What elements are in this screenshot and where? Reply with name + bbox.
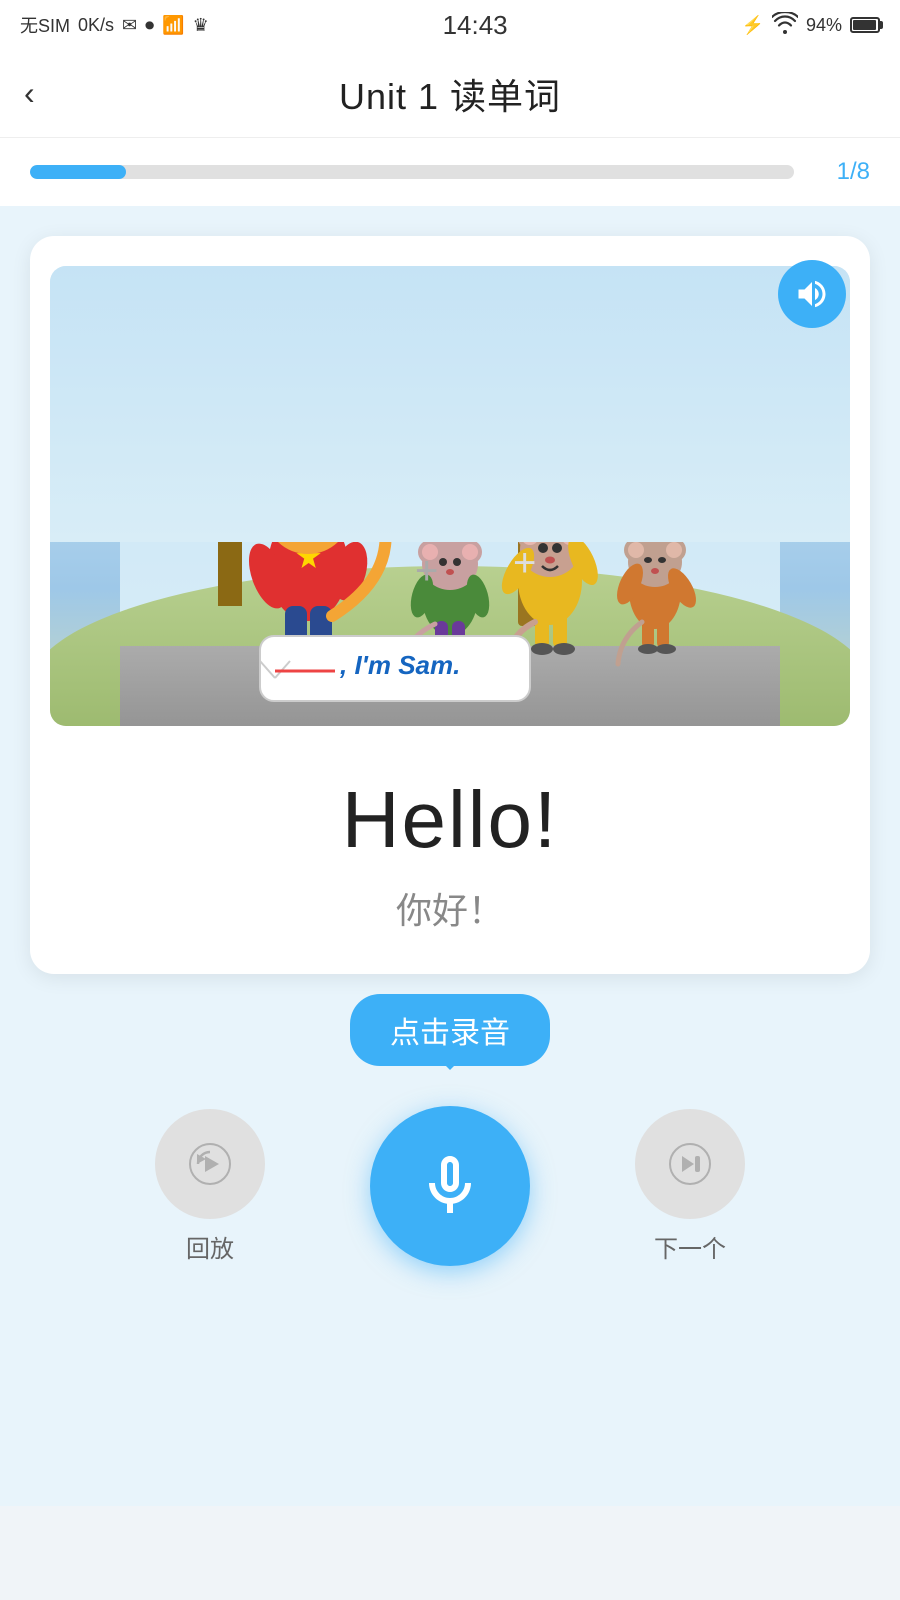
flash-card: + + , I'm Sam. Hello! 你好！ — [30, 236, 870, 974]
illustration: + + , I'm Sam. — [50, 266, 850, 726]
sky-bg — [50, 266, 850, 542]
playback-label: 回放 — [186, 1229, 234, 1264]
back-button[interactable]: ‹ — [24, 75, 35, 112]
progress-bar-track — [30, 165, 794, 179]
next-icon — [668, 1142, 712, 1186]
status-right: ⚡ 94% — [742, 12, 880, 39]
word-chinese: 你好！ — [70, 882, 830, 934]
svg-text:+: + — [513, 541, 536, 585]
word-english: Hello! — [70, 774, 830, 866]
carrier-label: 无SIM — [20, 12, 70, 38]
replay-icon — [188, 1142, 232, 1186]
next-button[interactable]: 下一个 — [635, 1109, 745, 1264]
battery-percentage: 94% — [806, 15, 842, 36]
time-label: 14:43 — [443, 10, 508, 41]
next-circle — [635, 1109, 745, 1219]
microphone-icon — [414, 1150, 486, 1222]
status-left: 无SIM 0K/s ✉ ⏺ 📶 ♛ — [20, 12, 209, 38]
word-section: Hello! 你好！ — [50, 726, 850, 954]
speaker-icon — [794, 276, 830, 312]
mic-circle — [370, 1106, 530, 1266]
crown-icon: ♛ — [193, 15, 209, 36]
progress-label: 1/8 — [810, 158, 870, 186]
signal-icon: 📶 — [162, 15, 184, 36]
page-title: Unit 1 读单词 — [339, 68, 561, 120]
progress-area: 1/8 — [0, 138, 900, 206]
playback-control: 回放 — [110, 1109, 310, 1264]
bottom-controls: 回放 下一个 — [30, 1076, 870, 1316]
next-label: 下一个 — [654, 1229, 726, 1264]
sound-button[interactable] — [778, 260, 846, 328]
next-control: 下一个 — [590, 1109, 790, 1264]
record-tooltip-area: 点击录音 — [30, 994, 870, 1066]
progress-bar-fill — [30, 165, 126, 179]
wifi-icon — [772, 12, 798, 39]
mail-icon: ✉ — [122, 15, 137, 36]
main-content: + + , I'm Sam. Hello! 你好！ 点击录音 — [0, 206, 900, 1506]
bluetooth-icon: ⚡ — [742, 15, 764, 36]
microphone-button[interactable] — [370, 1106, 530, 1266]
playback-button[interactable]: 回放 — [155, 1109, 265, 1264]
network-speed: 0K/s — [78, 15, 114, 36]
record-icon: ⏺ — [145, 15, 154, 36]
svg-text:+: + — [415, 549, 438, 593]
svg-text:, I'm Sam.: , I'm Sam. — [339, 650, 460, 680]
playback-circle — [155, 1109, 265, 1219]
battery-icon — [850, 17, 880, 33]
tooltip-bubble: 点击录音 — [350, 994, 550, 1066]
page-header: ‹ Unit 1 读单词 — [0, 50, 900, 138]
status-bar: 无SIM 0K/s ✉ ⏺ 📶 ♛ 14:43 ⚡ 94% — [0, 0, 900, 50]
